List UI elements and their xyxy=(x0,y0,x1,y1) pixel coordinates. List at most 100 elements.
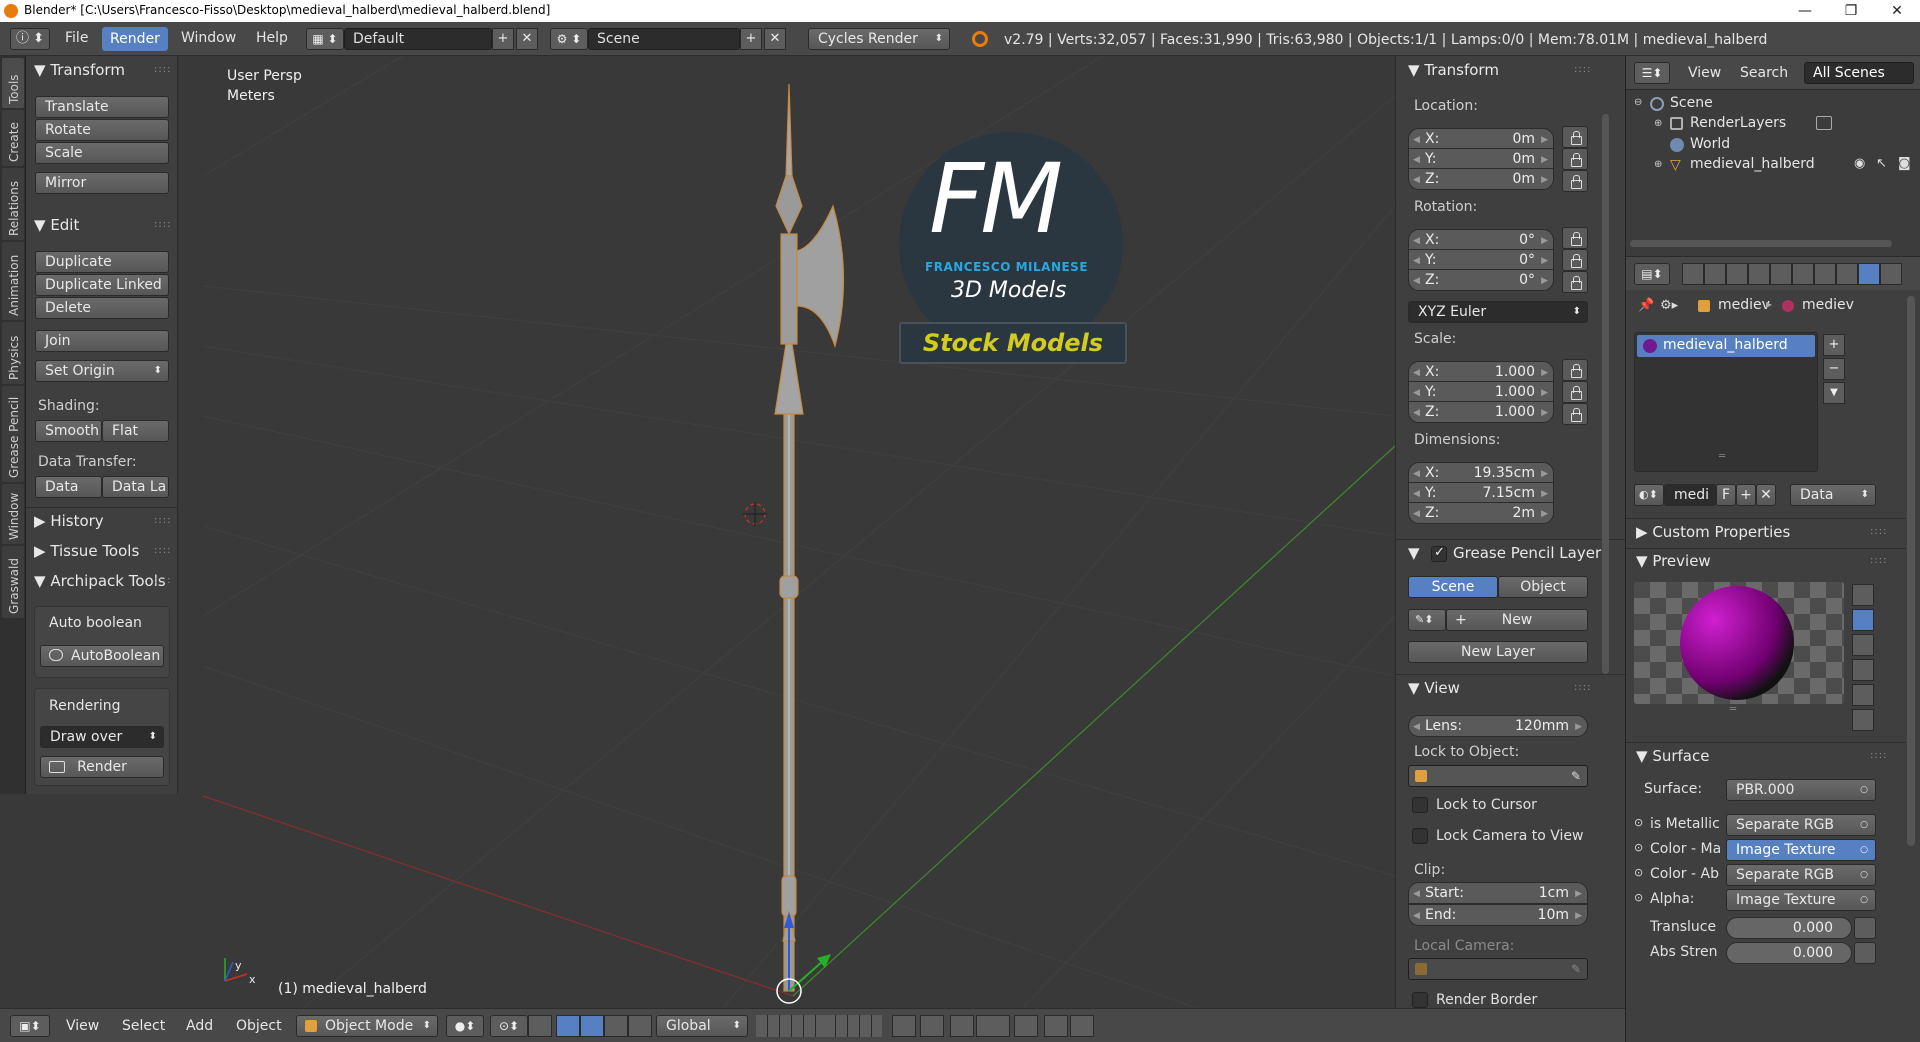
render-tab-icon[interactable] xyxy=(1682,263,1704,285)
grease-pencil-layer-title[interactable]: ▼ xyxy=(1408,544,1420,562)
snap-target-icon[interactable] xyxy=(1014,1015,1038,1037)
drag-handle-icon[interactable]: :::: xyxy=(154,64,171,75)
render-layer-toggle-icon[interactable] xyxy=(1816,116,1832,130)
menu-file[interactable]: File xyxy=(65,30,88,46)
outliner-search-menu[interactable]: Search xyxy=(1740,65,1788,81)
scale-z-field[interactable]: ◀ Z: 1.000 ▶ xyxy=(1408,401,1554,423)
surface-input-select[interactable]: Image Texture ○ xyxy=(1726,889,1876,911)
cursor-select-icon[interactable]: ↖ xyxy=(1876,156,1887,171)
rotation-y-field[interactable]: ◀ Y: 0° ▶ xyxy=(1408,249,1554,271)
lock-to-cursor-checkbox[interactable] xyxy=(1412,797,1428,813)
tissue-tools-panel-title[interactable]: ▶ Tissue Tools xyxy=(34,542,139,560)
scale-button[interactable]: Scale xyxy=(35,142,169,164)
lock-icon[interactable] xyxy=(1562,148,1588,170)
surface-shader-select[interactable]: PBR.000 ○ xyxy=(1726,779,1876,801)
lens-field[interactable]: ◀ Lens: 120mm ▶ xyxy=(1408,715,1588,737)
history-panel-title[interactable]: ▶ History xyxy=(34,512,104,530)
gp-object-tab[interactable]: Object xyxy=(1498,576,1588,598)
surface-input-select[interactable]: Separate RGB ○ xyxy=(1726,814,1876,836)
outliner-item-medieval-halberd[interactable]: medieval_halberd xyxy=(1690,156,1815,172)
object-tab-icon[interactable] xyxy=(1770,263,1792,285)
location-y-field[interactable]: ◀ Y: 0m ▶ xyxy=(1408,148,1554,170)
pin-icon[interactable]: 📌 xyxy=(1638,298,1654,313)
eye-icon[interactable]: ◉ xyxy=(1854,156,1865,171)
preview-hair-icon[interactable] xyxy=(1852,684,1874,706)
material-link-select[interactable]: Data ⬍ xyxy=(1790,484,1876,506)
gp-brush-icon[interactable]: ✎⬍ xyxy=(1408,609,1446,631)
material-tab-icon[interactable] xyxy=(1858,263,1880,285)
set-origin-select[interactable]: Set Origin ⬍ xyxy=(35,360,169,382)
rotation-mode-select[interactable]: XYZ Euler ⬍ xyxy=(1408,301,1588,323)
edit-panel-title[interactable]: ▼ Edit xyxy=(34,216,79,234)
editor-type-3dview-icon[interactable]: ▣⬍ xyxy=(10,1015,50,1037)
lock-camera-checkbox[interactable] xyxy=(1412,828,1428,844)
tab-relations[interactable]: Relations xyxy=(2,168,24,240)
scene-tab-icon[interactable] xyxy=(1726,263,1748,285)
outliner-item-world[interactable]: World xyxy=(1690,136,1730,152)
tab-tools[interactable]: Tools xyxy=(2,58,24,108)
material-name-field[interactable]: medi xyxy=(1664,484,1716,506)
drag-handle-icon[interactable]: :::: xyxy=(154,515,171,526)
menu-view[interactable]: View xyxy=(66,1018,99,1034)
rotation-x-field[interactable]: ◀ X: 0° ▶ xyxy=(1408,229,1554,251)
unlink-material-icon[interactable]: ✕ xyxy=(1756,484,1776,506)
transform-orientation-select[interactable]: Global ⬍ xyxy=(656,1015,748,1037)
manipulator-translate-icon[interactable] xyxy=(556,1015,580,1037)
screen-layout-icon[interactable]: ▦ ⬍ xyxy=(306,28,344,50)
surface-input-select[interactable]: Image Texture ○ xyxy=(1726,839,1876,861)
translucency-socket-icon[interactable] xyxy=(1854,917,1876,939)
drag-handle-icon[interactable]: :::: xyxy=(1870,555,1887,566)
add-layout-icon[interactable]: + xyxy=(492,28,514,50)
translate-button[interactable]: Translate xyxy=(35,96,169,118)
drag-handle-icon[interactable]: :::: xyxy=(1870,750,1887,761)
snap-element-icon[interactable] xyxy=(976,1015,1010,1037)
tab-graswald[interactable]: Graswald xyxy=(2,546,24,618)
dimensions-x-field[interactable]: ◀ X: 19.35cm ▶ xyxy=(1408,462,1554,484)
mode-select[interactable]: Object Mode ⬍ xyxy=(296,1015,438,1037)
view-panel-title[interactable]: ▼ View xyxy=(1408,679,1460,697)
material-slot-list[interactable]: medieval_halberd ═ xyxy=(1634,332,1818,472)
tab-create[interactable]: Create xyxy=(2,110,24,166)
eyedropper-icon[interactable]: ✎ xyxy=(1571,959,1581,979)
drag-handle-icon[interactable]: :::: xyxy=(154,575,171,586)
viewport-shading-icon[interactable]: ●⬍ xyxy=(446,1015,484,1037)
transform-panel-title[interactable]: ▼ Transform xyxy=(34,61,125,79)
opengl-render-animation-icon[interactable] xyxy=(1070,1015,1094,1037)
tab-physics[interactable]: Physics xyxy=(2,322,24,384)
new-material-icon[interactable]: + xyxy=(1736,484,1756,506)
expand-input-icon[interactable]: ⊙ xyxy=(1634,816,1643,829)
preview-world-icon[interactable] xyxy=(1852,709,1874,731)
world-tab-icon[interactable] xyxy=(1748,263,1770,285)
dimensions-y-field[interactable]: ◀ Y: 7.15cm ▶ xyxy=(1408,482,1554,504)
dimensions-z-field[interactable]: ◀ Z: 2m ▶ xyxy=(1408,502,1554,524)
drag-handle-icon[interactable]: :::: xyxy=(1574,64,1591,75)
autoboolean-button[interactable]: AutoBoolean xyxy=(40,645,164,667)
tab-grease-pencil[interactable]: Grease Pencil xyxy=(2,386,24,482)
menu-help[interactable]: Help xyxy=(256,30,288,46)
outliner-scrollbar[interactable] xyxy=(1630,240,1892,247)
snap-toggle-icon[interactable] xyxy=(950,1015,974,1037)
n-panel-scrollbar[interactable] xyxy=(1602,114,1609,674)
preview-resize-handle-icon[interactable]: ═ xyxy=(1730,704,1736,715)
preview-cube-icon[interactable] xyxy=(1852,634,1874,656)
rotation-z-field[interactable]: ◀ Z: 0° ▶ xyxy=(1408,269,1554,291)
manipulator-toggle-icon[interactable] xyxy=(528,1015,552,1037)
list-resize-handle-icon[interactable]: ═ xyxy=(1719,451,1725,462)
drag-handle-icon[interactable]: :::: xyxy=(1870,526,1887,537)
editor-type-info-icon[interactable]: ⓘ ⬍ xyxy=(10,28,50,50)
preview-monkey-icon[interactable] xyxy=(1852,659,1874,681)
rotate-button[interactable]: Rotate xyxy=(35,119,169,141)
eyedropper-icon[interactable]: ✎ xyxy=(1571,766,1581,786)
expand-input-icon[interactable]: ⊙ xyxy=(1634,866,1643,879)
gp-new-layer-button[interactable]: New Layer xyxy=(1408,641,1588,663)
lock-object-field[interactable]: ✎ xyxy=(1408,765,1588,787)
lock-icon[interactable] xyxy=(1562,381,1588,403)
n-transform-title[interactable]: ▼ Transform xyxy=(1408,61,1499,79)
pivot-point-icon[interactable]: ⊙⬍ xyxy=(490,1015,528,1037)
menu-window[interactable]: Window xyxy=(181,30,236,46)
location-z-field[interactable]: ◀ Z: 0m ▶ xyxy=(1408,168,1554,190)
texture-tab-icon[interactable] xyxy=(1880,263,1902,285)
draw-over-select[interactable]: Draw over ⬍ xyxy=(40,726,164,748)
material-browse-icon[interactable]: ◐⬍ xyxy=(1634,484,1664,506)
duplicate-button[interactable]: Duplicate xyxy=(35,251,169,273)
